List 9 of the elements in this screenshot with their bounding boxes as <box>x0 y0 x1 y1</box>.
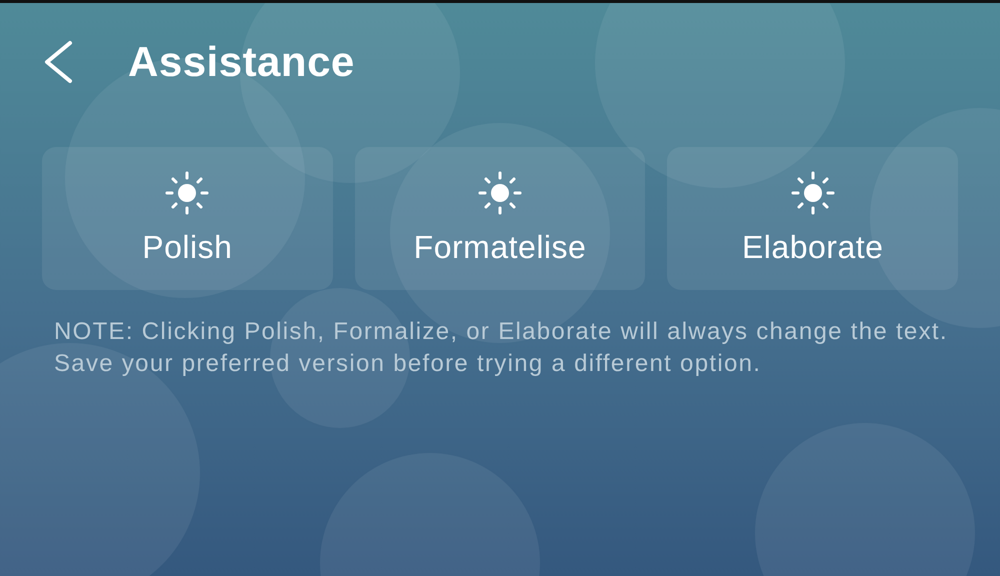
back-chevron-icon[interactable] <box>42 40 74 84</box>
sun-icon <box>790 171 835 215</box>
action-button[interactable]: Formatelise <box>354 147 646 290</box>
note-text: NOTE: Clicking Polish, Formalize, or Elaborate will always change the text. Save your preferred version before trying a different option. <box>54 317 949 379</box>
action-button[interactable]: Elaborate <box>667 147 958 290</box>
sun-icon <box>478 171 522 215</box>
action-button[interactable]: Polish <box>42 147 333 290</box>
page-title: Assistance <box>128 38 355 86</box>
sun-icon <box>165 171 210 215</box>
